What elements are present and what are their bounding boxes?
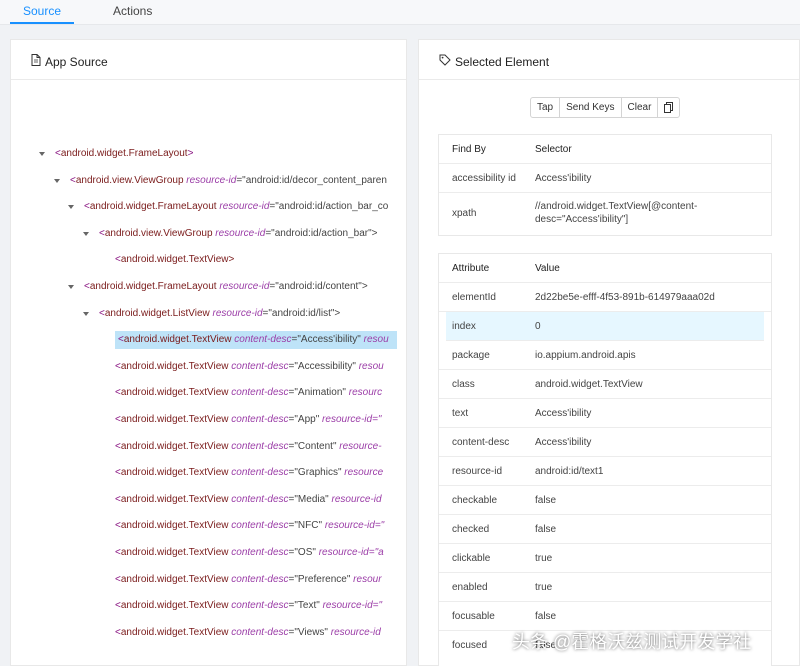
tree-expand-caret-icon[interactable] [83,312,89,316]
tree-expand-caret-icon[interactable] [54,179,60,183]
tree-node[interactable]: <android.widget.ListView resource-id="an… [99,305,340,323]
file-icon [31,54,41,69]
tree-node[interactable]: <android.widget.TextView content-desc="C… [115,438,382,456]
selected-element-title: Selected Element [455,54,550,69]
tab-actions[interactable]: Actions [113,4,152,18]
attribute-row: class android.widget.TextView [439,370,771,399]
tree-node[interactable]: <android.view.ViewGroup resource-id="and… [70,172,387,190]
tab-source[interactable]: Source [23,4,61,18]
app-source-panel: App Source <android.widget.FrameLayout> <… [10,39,407,666]
attribute-row: focusable false [439,602,771,631]
tree-expand-caret-icon[interactable] [68,205,74,209]
tree-node[interactable]: <android.widget.FrameLayout> [55,145,193,163]
tree-node[interactable]: <android.widget.TextView content-desc="A… [115,331,397,349]
copy-button[interactable] [658,98,679,117]
attribute-row: resource-id android:id/text1 [439,457,771,486]
tree-node[interactable]: <android.widget.TextView content-desc="N… [115,517,384,535]
tree-node[interactable]: <android.widget.TextView content-desc="A… [115,384,382,402]
tree-node[interactable]: <android.widget.FrameLayout resource-id=… [84,198,388,216]
tree-node[interactable]: <android.view.ViewGroup resource-id="and… [99,225,378,243]
attribute-table: Attribute Value elementId 2d22be5e-efff-4… [438,253,772,666]
attribute-row: checkable false [439,486,771,515]
attribute-row: content-desc Access'ibility [439,428,771,457]
find-by-row: xpath //android.widget.TextView[@content… [452,201,698,225]
tree-expand-caret-icon[interactable] [83,232,89,236]
copy-icon [664,102,674,116]
tree-node[interactable]: <android.widget.TextView> [115,251,234,269]
tree-node[interactable]: <android.widget.TextView content-desc="A… [115,411,381,429]
attribute-header: Attribute Value [439,254,771,283]
app-source-header: App Source [11,40,406,80]
selected-element-header: Selected Element [419,40,799,80]
tree-node[interactable]: <android.widget.FrameLayout resource-id=… [84,278,368,296]
tree-node[interactable]: <android.widget.TextView content-desc="T… [115,597,382,615]
tag-icon [439,54,451,69]
tap-button[interactable]: Tap [531,98,561,117]
tree-expand-caret-icon[interactable] [39,152,45,156]
active-tab-indicator [10,22,74,24]
watermark: 头条 @霍格沃兹测试开发学社 [512,632,752,652]
tree-node[interactable]: <android.widget.TextView content-desc="A… [115,358,384,376]
send-keys-button[interactable]: Send Keys [560,98,622,117]
element-actions: Tap Send Keys Clear [530,97,681,118]
tree-node[interactable]: <android.widget.TextView content-desc="G… [115,464,383,482]
attribute-row: text Access'ibility [439,399,771,428]
attribute-row: enabled true [439,573,771,602]
tree-node[interactable]: <android.widget.TextView content-desc="M… [115,491,382,509]
tree-node[interactable]: <android.widget.TextView content-desc="V… [115,624,381,642]
find-by-header: Find By Selector [439,135,771,164]
attribute-row: clickable true [439,544,771,573]
attribute-row: package io.appium.android.apis [439,341,771,370]
tree-node[interactable]: <android.widget.TextView content-desc="O… [115,544,384,562]
find-by-row: accessibility id Access'ibility [439,164,771,193]
attribute-row: checked false [439,515,771,544]
attribute-row: elementId 2d22be5e-efff-4f53-891b-614979a… [439,283,771,312]
tree-node[interactable]: <android.widget.TextView content-desc="P… [115,571,382,589]
find-by-table: Find By Selector accessibility id Access… [438,134,772,236]
source-tree: <android.widget.FrameLayout> <android.vie… [11,80,406,665]
tab-bar: Source Actions [0,0,800,25]
tree-expand-caret-icon[interactable] [68,285,74,289]
clear-button[interactable]: Clear [622,98,659,117]
app-source-title: App Source [45,54,108,69]
attribute-row: index 0 [446,312,764,341]
